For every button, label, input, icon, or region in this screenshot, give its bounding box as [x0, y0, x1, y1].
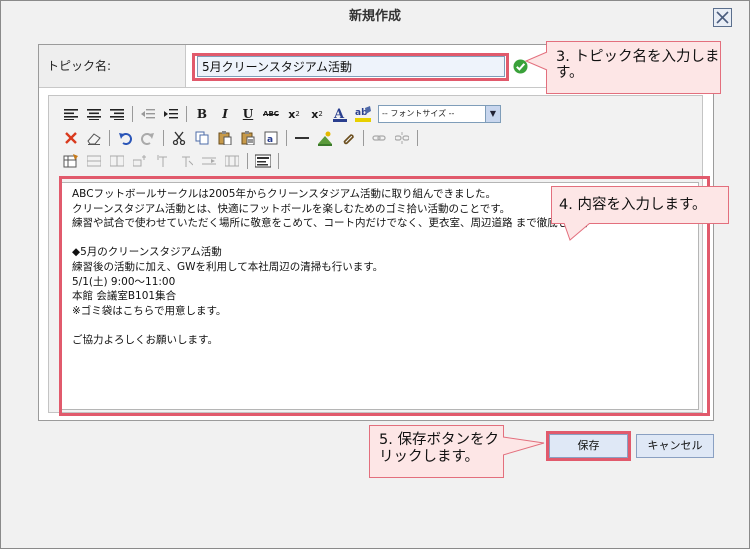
callout-step-4: 4. 内容を入力します。 [551, 186, 729, 224]
merge-cells-icon[interactable] [199, 152, 219, 170]
toolbar-separator [417, 130, 418, 146]
bold-icon[interactable]: B [192, 105, 212, 123]
table-row-icon[interactable] [84, 152, 104, 170]
callout-step-3: 3. トピック名を入力します。 [546, 41, 721, 94]
chevron-down-icon: ▼ [485, 106, 500, 122]
svg-text:a: a [267, 135, 273, 145]
toolbar-row-1: B I U ABC x2 x2 A ab -- フォントサイズ -- ▼ [61, 104, 501, 124]
toolbar-separator [286, 130, 287, 146]
superscript-icon[interactable]: x2 [307, 105, 327, 123]
align-left-icon[interactable] [61, 105, 81, 123]
dialog-title: 新規作成 [348, 9, 401, 24]
toolbar-separator [132, 106, 133, 122]
insert-column-icon[interactable] [153, 152, 173, 170]
callout-step-4-text: 4. 内容を入力します。 [559, 197, 707, 213]
font-size-placeholder: -- フォントサイズ -- [382, 109, 455, 118]
insert-table-icon[interactable] [61, 152, 81, 170]
italic-icon[interactable]: I [215, 105, 235, 123]
toolbar-row-3 [61, 151, 284, 171]
paste-text-icon[interactable] [238, 129, 258, 147]
toolbar-separator [163, 130, 164, 146]
topic-label: トピック名: [39, 45, 186, 87]
attach-icon[interactable] [338, 129, 358, 147]
callout-tail [563, 223, 591, 241]
delete-column-icon[interactable] [176, 152, 196, 170]
redo-icon[interactable] [138, 129, 158, 147]
horizontal-rule-icon[interactable] [292, 129, 312, 147]
underline-icon[interactable]: U [238, 105, 258, 123]
toolbar-row-2: a [61, 128, 423, 148]
link-icon[interactable] [369, 129, 389, 147]
paste-word-icon[interactable]: a [261, 129, 281, 147]
callout-step-5: 5. 保存ボタンをクリックします。 [369, 425, 504, 478]
toolbar-separator [247, 153, 248, 169]
new-topic-dialog: 新規作成 トピック名: 5月クリーンスタジアム活動 B I U ABC x 2 … [0, 0, 750, 549]
close-button[interactable] [713, 8, 732, 27]
topic-highlight-frame [192, 53, 509, 81]
unlink-icon[interactable] [392, 129, 412, 147]
callout-tail [503, 436, 545, 456]
highlight-color-icon[interactable]: ab [353, 105, 373, 123]
strikethrough-icon[interactable]: ABC [261, 105, 281, 123]
topic-form: トピック名: 5月クリーンスタジアム活動 B I U ABC x 2 x 2 A… [38, 44, 714, 421]
insert-image-icon[interactable] [315, 129, 335, 147]
align-center-icon[interactable] [84, 105, 104, 123]
callout-tail [525, 51, 548, 71]
toolbar-separator [278, 153, 279, 169]
indent-icon[interactable] [161, 105, 181, 123]
close-icon [716, 11, 729, 24]
table-column-icon[interactable] [107, 152, 127, 170]
callout-step-5-text: 5. 保存ボタンをクリックします。 [379, 432, 499, 465]
split-cells-icon[interactable] [222, 152, 242, 170]
undo-icon[interactable] [115, 129, 135, 147]
outdent-icon[interactable] [138, 105, 158, 123]
toolbar-separator [109, 130, 110, 146]
eraser-icon[interactable] [84, 129, 104, 147]
paste-icon[interactable] [215, 129, 235, 147]
align-right-icon[interactable] [107, 105, 127, 123]
save-highlight-frame [546, 431, 631, 461]
subscript-icon[interactable]: x2 [284, 105, 304, 123]
insert-row-icon[interactable] [130, 152, 150, 170]
toolbar-separator [363, 130, 364, 146]
toolbar-separator [186, 106, 187, 122]
copy-icon[interactable] [192, 129, 212, 147]
callout-step-3-text: 3. トピック名を入力します。 [556, 49, 720, 81]
font-color-icon[interactable]: A [330, 105, 350, 123]
source-code-icon[interactable] [253, 152, 273, 170]
rich-text-editor: B I U ABC x2 x2 A ab -- フォントサイズ -- ▼ a A… [48, 95, 710, 416]
font-size-select[interactable]: -- フォントサイズ -- ▼ [378, 105, 501, 123]
cancel-button[interactable]: キャンセル [636, 434, 714, 458]
cut-icon[interactable] [169, 129, 189, 147]
delete-icon[interactable] [61, 129, 81, 147]
